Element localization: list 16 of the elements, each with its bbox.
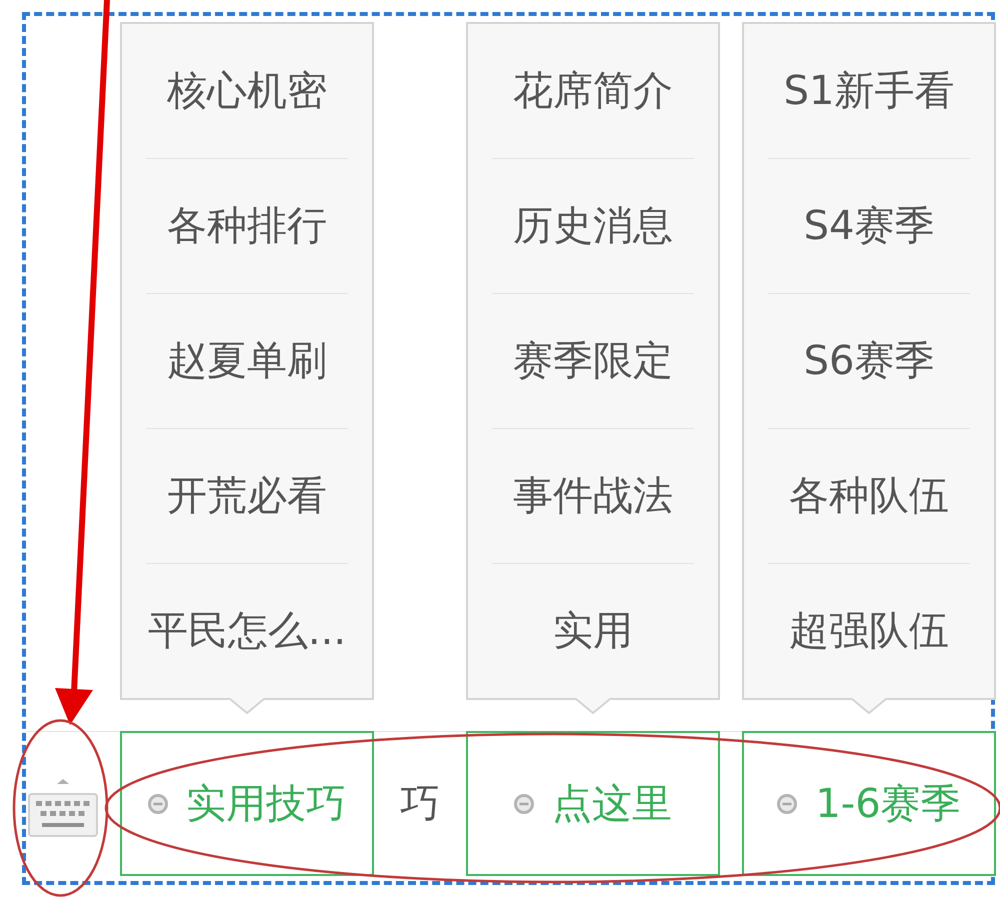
submenu-item[interactable]: 事件战法	[492, 428, 694, 563]
minus-circle-icon	[148, 794, 168, 814]
submenu-item[interactable]: 历史消息	[492, 158, 694, 293]
menu-item-text: 巧	[399, 782, 440, 826]
minus-circle-icon	[514, 794, 534, 814]
submenu-item[interactable]: 各种队伍	[768, 428, 970, 563]
submenu-item[interactable]: 花席简介	[492, 24, 694, 158]
minus-circle-icon	[777, 794, 798, 814]
submenu-item[interactable]: S6赛季	[768, 293, 970, 428]
submenu-item[interactable]: 赛季限定	[492, 293, 694, 428]
submenu-item[interactable]: 赵夏单刷	[146, 293, 348, 428]
submenu-item[interactable]: 核心机密	[146, 24, 348, 158]
submenu-item[interactable]: S4赛季	[768, 158, 970, 293]
submenu-item[interactable]: 各种排行	[146, 158, 348, 293]
submenu-item[interactable]: 开荒必看	[146, 428, 348, 563]
submenu-item[interactable]: S1新手看	[768, 24, 970, 158]
